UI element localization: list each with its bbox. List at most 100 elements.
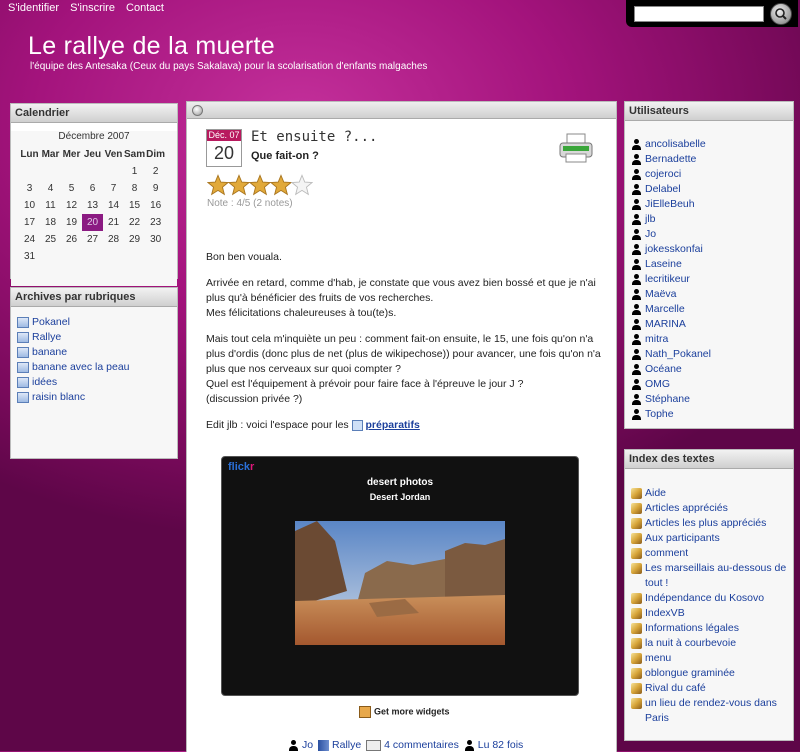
index-item[interactable]: menu xyxy=(631,651,793,666)
calendar-day[interactable]: 2 xyxy=(145,163,166,180)
desert-photo[interactable] xyxy=(295,521,505,645)
author-link[interactable]: Jo xyxy=(302,739,313,751)
index-item[interactable]: Paris xyxy=(631,711,793,726)
flickr-widget[interactable]: flickr desert photos Desert Jordan xyxy=(221,456,579,696)
user-item[interactable]: cojeroci xyxy=(631,167,793,182)
user-item-link[interactable]: Stéphane xyxy=(645,393,690,405)
calendar-day[interactable]: 6 xyxy=(82,180,103,197)
calendar-day[interactable]: 15 xyxy=(124,197,145,214)
user-item[interactable]: JiElleBeuh xyxy=(631,197,793,212)
calendar-day[interactable]: 17 xyxy=(19,214,40,231)
user-item-link[interactable]: MARINA xyxy=(645,318,686,330)
calendar-day[interactable]: 10 xyxy=(19,197,40,214)
index-item[interactable]: Rival du café xyxy=(631,681,793,696)
index-item[interactable]: comment xyxy=(631,546,793,561)
search-input[interactable] xyxy=(634,6,764,22)
user-item-link[interactable]: jokesskonfai xyxy=(645,243,703,255)
contact-link[interactable]: Contact xyxy=(126,2,164,14)
user-item-link[interactable]: JiElleBeuh xyxy=(645,198,695,210)
user-item-link[interactable]: Maëva xyxy=(645,288,677,300)
user-item[interactable]: Marcelle xyxy=(631,302,793,317)
calendar-day[interactable]: 3 xyxy=(19,180,40,197)
post-title[interactable]: Et ensuite ?... xyxy=(251,129,377,145)
index-item-link[interactable]: la nuit à courbevoie xyxy=(645,637,736,649)
calendar-day[interactable]: 9 xyxy=(145,180,166,197)
archive-item[interactable]: idées xyxy=(17,375,177,390)
user-item[interactable]: jokesskonfai xyxy=(631,242,793,257)
user-item-link[interactable]: Tophe xyxy=(645,408,674,420)
archive-item[interactable]: Pokanel xyxy=(17,315,177,330)
index-item[interactable]: Articles appréciés xyxy=(631,501,793,516)
calendar-day[interactable]: 14 xyxy=(103,197,124,214)
calendar-day[interactable]: 7 xyxy=(103,180,124,197)
index-item[interactable]: Articles les plus appréciés xyxy=(631,516,793,531)
archive-item-link[interactable]: Rallye xyxy=(32,331,61,343)
calendar-day[interactable]: 25 xyxy=(40,231,61,248)
calendar-day[interactable]: 30 xyxy=(145,231,166,248)
index-item[interactable]: IndexVB xyxy=(631,606,793,621)
user-item[interactable]: Stéphane xyxy=(631,392,793,407)
calendar-day[interactable]: 22 xyxy=(124,214,145,231)
calendar-day[interactable]: 29 xyxy=(124,231,145,248)
index-item-link[interactable]: un lieu de rendez-vous dans xyxy=(645,697,777,709)
user-item-link[interactable]: Laseine xyxy=(645,258,682,270)
star-filled-icon[interactable] xyxy=(227,174,251,196)
calendar-day[interactable]: 31 xyxy=(19,248,40,265)
user-item-link[interactable]: cojeroci xyxy=(645,168,681,180)
user-item[interactable]: Laseine xyxy=(631,257,793,272)
calendar-day[interactable]: 1 xyxy=(124,163,145,180)
user-item-link[interactable]: jlb xyxy=(645,213,656,225)
star-filled-icon[interactable] xyxy=(269,174,293,196)
index-item-link[interactable]: Rival du café xyxy=(645,682,706,694)
index-item-link[interactable]: Articles les plus appréciés xyxy=(645,517,766,529)
user-item[interactable]: Maëva xyxy=(631,287,793,302)
user-item-link[interactable]: Nath_Pokanel xyxy=(645,348,711,360)
star-filled-icon[interactable] xyxy=(248,174,272,196)
user-item[interactable]: jlb xyxy=(631,212,793,227)
index-item[interactable]: Informations légales xyxy=(631,621,793,636)
index-item-link[interactable]: Indépendance du Kosovo xyxy=(645,592,764,604)
calendar-day[interactable]: 28 xyxy=(103,231,124,248)
index-item-link[interactable]: Aide xyxy=(645,487,666,499)
calendar-day[interactable]: 20 xyxy=(82,214,103,231)
index-item-link[interactable]: oblongue graminée xyxy=(645,667,735,679)
calendar-day[interactable]: 11 xyxy=(40,197,61,214)
index-item[interactable]: Indépendance du Kosovo xyxy=(631,591,793,606)
user-item[interactable]: Océane xyxy=(631,362,793,377)
index-item-link[interactable]: Aux participants xyxy=(645,532,720,544)
user-item-link[interactable]: OMG xyxy=(645,378,670,390)
calendar-day[interactable]: 13 xyxy=(82,197,103,214)
index-item-link[interactable]: Les marseillais au-dessous de xyxy=(645,562,786,574)
rating-stars[interactable] xyxy=(206,174,314,199)
archive-item-link[interactable]: raisin blanc xyxy=(32,391,85,403)
index-item[interactable]: un lieu de rendez-vous dans xyxy=(631,696,793,711)
archive-item-link[interactable]: Pokanel xyxy=(32,316,70,328)
user-item-link[interactable]: ancolisabelle xyxy=(645,138,706,150)
site-title[interactable]: Le rallye de la muerte xyxy=(28,32,275,61)
comments-link[interactable]: 4 commentaires xyxy=(384,739,459,751)
calendar-day[interactable]: 21 xyxy=(103,214,124,231)
register-link[interactable]: S'inscrire xyxy=(70,2,115,14)
index-item[interactable]: oblongue graminée xyxy=(631,666,793,681)
calendar-day[interactable]: 18 xyxy=(40,214,61,231)
archive-item-link[interactable]: banane xyxy=(32,346,67,358)
archive-item[interactable]: raisin blanc xyxy=(17,390,177,405)
user-item-link[interactable]: Océane xyxy=(645,363,682,375)
user-item-link[interactable]: Jo xyxy=(645,228,656,240)
user-item-link[interactable]: mitra xyxy=(645,333,668,345)
printer-icon[interactable] xyxy=(557,132,595,164)
login-link[interactable]: S'identifier xyxy=(8,2,59,14)
index-item-link[interactable]: menu xyxy=(645,652,671,664)
index-item[interactable]: Aide xyxy=(631,486,793,501)
category-link[interactable]: Rallye xyxy=(332,739,361,751)
search-button[interactable] xyxy=(770,3,792,25)
index-item-link[interactable]: Articles appréciés xyxy=(645,502,728,514)
index-item-link[interactable]: Paris xyxy=(645,712,669,724)
archive-item[interactable]: Rallye xyxy=(17,330,177,345)
archive-item[interactable]: banane xyxy=(17,345,177,360)
get-widgets-link[interactable]: Get more widgets xyxy=(359,706,450,718)
archive-item[interactable]: banane avec la peau xyxy=(17,360,177,375)
archive-item-link[interactable]: idées xyxy=(32,376,57,388)
calendar-day[interactable]: 16 xyxy=(145,197,166,214)
user-item[interactable]: Jo xyxy=(631,227,793,242)
